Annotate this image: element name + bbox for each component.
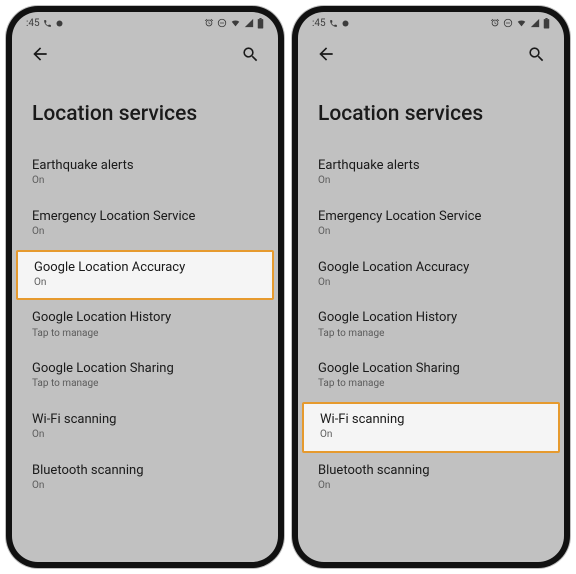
list-item-title: Bluetooth scanning — [32, 463, 258, 479]
list-item-sub: Tap to manage — [32, 328, 258, 341]
search-icon — [527, 45, 546, 64]
phone-left: :45 Location services Earthquake alertsO… — [6, 6, 284, 568]
list-item-title: Google Location Sharing — [318, 361, 544, 377]
list-item[interactable]: Bluetooth scanningOn — [298, 453, 564, 504]
back-button[interactable] — [310, 38, 342, 70]
list-item-sub: On — [34, 277, 256, 290]
signal-icon — [530, 18, 540, 28]
back-button[interactable] — [24, 38, 56, 70]
dots-icon — [341, 19, 350, 28]
list-item[interactable]: Bluetooth scanningOn — [12, 453, 278, 504]
list-item-title: Emergency Location Service — [32, 209, 258, 225]
list-item-title: Earthquake alerts — [318, 158, 544, 174]
list-item-sub: On — [32, 429, 258, 442]
search-button[interactable] — [234, 38, 266, 70]
phone-icon — [329, 19, 338, 28]
list-item[interactable]: Google Location AccuracyOn — [16, 250, 274, 301]
list-item-sub: Tap to manage — [32, 378, 258, 391]
list-item-sub: On — [318, 277, 544, 290]
list-item-title: Google Location History — [32, 310, 258, 326]
page-title: Location services — [298, 74, 564, 148]
alarm-icon — [204, 18, 214, 28]
list-item-sub: On — [32, 480, 258, 493]
list-item[interactable]: Wi-Fi scanningOn — [12, 402, 278, 453]
list-item-title: Bluetooth scanning — [318, 463, 544, 479]
list-item-title: Wi-Fi scanning — [320, 412, 542, 428]
statusbar: :45 — [298, 12, 564, 34]
search-icon — [241, 45, 260, 64]
list-item-title: Google Location Accuracy — [318, 260, 544, 276]
wifi-icon — [230, 18, 241, 28]
list-item[interactable]: Emergency Location ServiceOn — [12, 199, 278, 250]
phone-right: :45 Location services Earthquake alertsO… — [292, 6, 570, 568]
list: Earthquake alertsOnEmergency Location Se… — [12, 148, 278, 562]
list-item[interactable]: Earthquake alertsOn — [12, 148, 278, 199]
list-item[interactable]: Google Location History Tap to manage — [12, 300, 278, 351]
toolbar — [12, 34, 278, 74]
list-item-title: Earthquake alerts — [32, 158, 258, 174]
wifi-icon — [516, 18, 527, 28]
list-item-sub: On — [318, 480, 544, 493]
list-item-title: Google Location Sharing — [32, 361, 258, 377]
list-item-title: Emergency Location Service — [318, 209, 544, 225]
list-item[interactable]: Google Location AccuracyOn — [298, 250, 564, 301]
list-item-title: Google Location History — [318, 310, 544, 326]
list-item[interactable]: Wi-Fi scanningOn — [302, 402, 560, 453]
list-item-sub: On — [318, 175, 544, 188]
list-item-title: Wi-Fi scanning — [32, 412, 258, 428]
list-item-sub: On — [32, 175, 258, 188]
page-title: Location services — [12, 74, 278, 148]
status-time: :45 — [26, 18, 40, 29]
arrow-back-icon — [30, 44, 50, 64]
list-item-sub: On — [320, 429, 542, 442]
arrow-back-icon — [316, 44, 336, 64]
list-item[interactable]: Google Location History Tap to manage — [298, 300, 564, 351]
alarm-icon — [490, 18, 500, 28]
list-item-sub: Tap to manage — [318, 328, 544, 341]
status-time: :45 — [312, 18, 326, 29]
dnd-icon — [503, 18, 513, 28]
dots-icon — [55, 19, 64, 28]
list-item[interactable]: Earthquake alertsOn — [298, 148, 564, 199]
phone-icon — [43, 19, 52, 28]
statusbar: :45 — [12, 12, 278, 34]
battery-icon — [543, 18, 550, 29]
signal-icon — [244, 18, 254, 28]
dnd-icon — [217, 18, 227, 28]
list-item-sub: On — [32, 226, 258, 239]
search-button[interactable] — [520, 38, 552, 70]
list-item-title: Google Location Accuracy — [34, 260, 256, 276]
list-item[interactable]: Google Location SharingTap to manage — [12, 351, 278, 402]
list-item-sub: Tap to manage — [318, 378, 544, 391]
battery-icon — [257, 18, 264, 29]
list: Earthquake alertsOnEmergency Location Se… — [298, 148, 564, 562]
list-item[interactable]: Emergency Location ServiceOn — [298, 199, 564, 250]
list-item[interactable]: Google Location SharingTap to manage — [298, 351, 564, 402]
list-item-sub: On — [318, 226, 544, 239]
toolbar — [298, 34, 564, 74]
